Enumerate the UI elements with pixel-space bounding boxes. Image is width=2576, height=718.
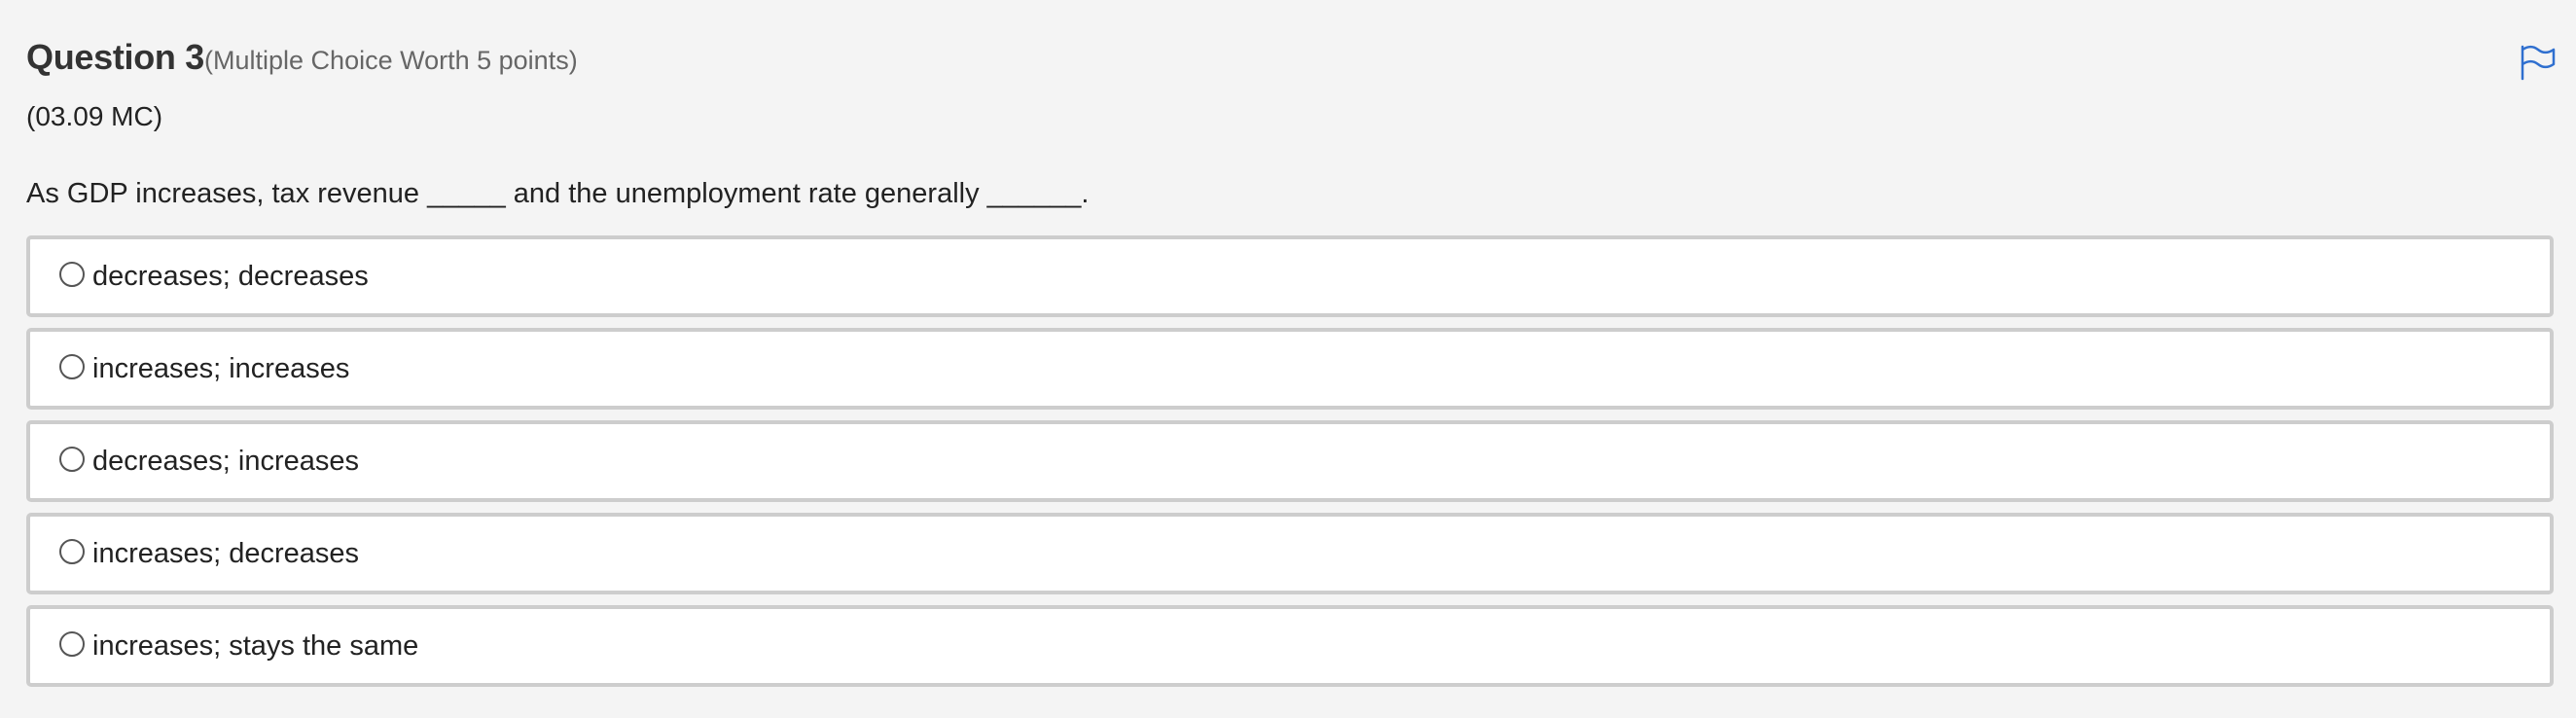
question-title: Question 3 — [26, 37, 205, 77]
radio-button[interactable] — [59, 354, 85, 379]
question-type-label: (Multiple Choice Worth 5 points) — [204, 46, 578, 75]
answer-option-label: decreases; decreases — [92, 260, 369, 292]
answer-option-label: increases; stays the same — [92, 629, 419, 662]
answer-option[interactable]: increases; stays the same — [26, 605, 2554, 687]
question-code: (03.09 MC) — [26, 101, 163, 131]
radio-button[interactable] — [59, 539, 85, 564]
radio-button[interactable] — [59, 447, 85, 472]
question-prompt: As GDP increases, tax revenue _____ and … — [26, 178, 1090, 209]
flag-icon — [2521, 45, 2556, 81]
answer-option[interactable]: decreases; increases — [26, 420, 2554, 502]
answer-options: decreases; decreases increases; increase… — [26, 235, 2554, 698]
flag-button[interactable] — [2518, 43, 2557, 82]
answer-option[interactable]: increases; increases — [26, 328, 2554, 410]
answer-option[interactable]: decreases; decreases — [26, 235, 2554, 317]
answer-option-label: increases; decreases — [92, 537, 360, 569]
question-header: Question 3 (Multiple Choice Worth 5 poin… — [26, 37, 578, 90]
answer-option-label: decreases; increases — [92, 445, 360, 477]
answer-option[interactable]: increases; decreases — [26, 513, 2554, 594]
radio-button[interactable] — [59, 631, 85, 657]
radio-button[interactable] — [59, 262, 85, 287]
answer-option-label: increases; increases — [92, 352, 350, 384]
